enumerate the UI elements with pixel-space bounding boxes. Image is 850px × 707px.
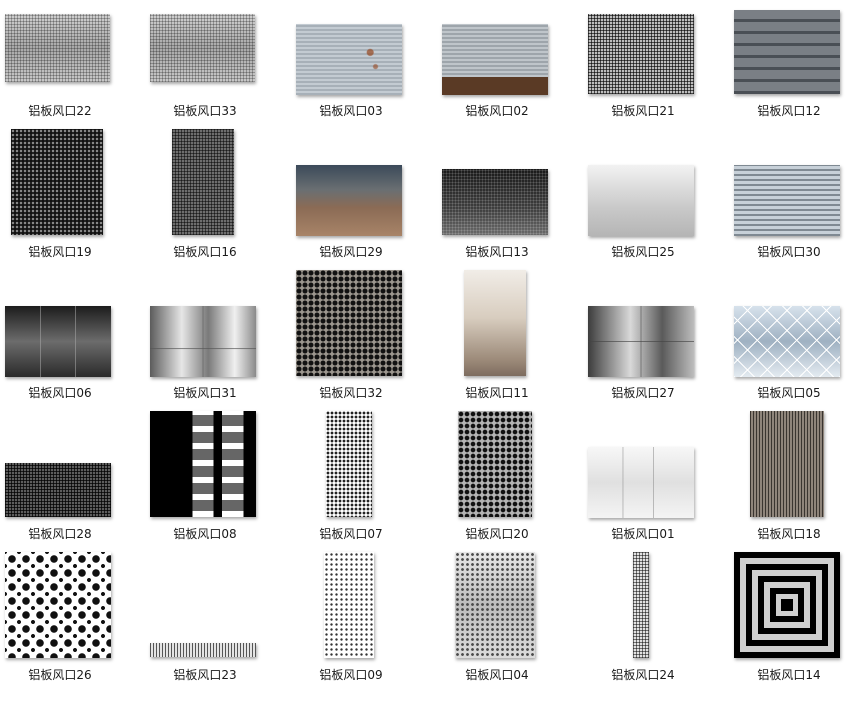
file-name: 铝板风口01 [611,527,675,541]
file-item[interactable]: 铝板风口22 [0,2,133,143]
file-item[interactable]: 铝板风口31 [132,284,278,425]
file-item[interactable]: 铝板风口06 [0,284,133,425]
thumbnail-image [5,14,110,82]
thumbnail-image [150,411,256,517]
file-name: 铝板风口33 [173,104,237,118]
file-name: 铝板风口18 [757,527,821,541]
thumbnail-image [442,169,548,235]
file-item[interactable]: 铝板风口20 [424,411,570,566]
file-name: 铝板风口08 [173,527,237,541]
file-item[interactable]: 铝板风口33 [132,2,278,143]
file-item[interactable]: 铝板风口11 [424,270,570,425]
file-item[interactable]: 铝板风口14 [716,552,850,707]
file-item[interactable]: 铝板风口27 [570,284,716,425]
file-name: 铝板风口07 [319,527,383,541]
file-item[interactable]: 铝板风口07 [278,411,424,566]
file-item[interactable]: 铝板风口30 [716,143,850,284]
file-name: 铝板风口20 [465,527,529,541]
thumbnail-image [588,306,694,377]
file-name: 铝板风口11 [465,386,529,400]
file-name: 铝板风口16 [173,245,237,259]
file-item[interactable]: 铝板风口01 [570,425,716,566]
file-name: 铝板风口04 [465,668,529,682]
thumbnail-image [296,165,402,236]
thumbnail-image [588,165,694,236]
file-name: 铝板风口25 [611,245,675,259]
file-name: 铝板风口12 [757,104,821,118]
file-name: 铝板风口30 [757,245,821,259]
file-name: 铝板风口19 [28,245,92,259]
thumbnail-image [172,129,234,235]
file-item[interactable]: 铝板风口05 [716,284,850,425]
file-name: 铝板风口22 [28,104,92,118]
thumbnail-image [150,306,256,377]
thumbnail-image [296,270,402,376]
thumbnail-image [633,552,649,658]
file-name: 铝板风口28 [28,527,92,541]
thumbnail-image [5,463,111,517]
file-item[interactable]: 铝板风口16 [132,129,278,284]
file-name: 铝板风口23 [173,668,237,682]
file-name: 铝板风口26 [28,668,92,682]
thumbnail-image [326,411,372,517]
file-item[interactable]: 铝板风口21 [570,2,716,143]
thumbnail-image [11,129,103,235]
thumbnail-grid: 铝板风口22 铝板风口33 铝板风口03 铝板风口02 铝板风口21 铝板风口1… [0,0,850,693]
thumbnail-image [324,552,374,658]
thumbnail-image [588,14,694,94]
thumbnail-image [150,643,256,657]
file-name: 铝板风口27 [611,386,675,400]
file-item[interactable]: 铝板风口23 [132,566,278,707]
thumbnail-image [455,552,535,658]
thumbnail-image [750,411,824,517]
file-item[interactable]: 铝板风口29 [278,143,424,284]
file-name: 铝板风口21 [611,104,675,118]
file-item[interactable]: 铝板风口32 [278,270,424,425]
thumbnail-image [5,552,111,658]
file-name: 铝板风口13 [465,245,529,259]
file-item[interactable]: 铝板风口18 [716,411,850,566]
file-item[interactable]: 铝板风口25 [570,143,716,284]
file-item[interactable]: 铝板风口28 [0,425,133,566]
file-item[interactable]: 铝板风口02 [424,2,570,143]
file-name: 铝板风口31 [173,386,237,400]
thumbnail-image [458,411,532,517]
file-item[interactable]: 铝板风口09 [278,552,424,707]
file-name: 铝板风口09 [319,668,383,682]
file-name: 铝板风口14 [757,668,821,682]
thumbnail-image [734,552,840,658]
file-item[interactable]: 铝板风口12 [716,2,850,143]
thumbnail-image [734,10,840,94]
file-name: 铝板风口32 [319,386,383,400]
thumbnail-image [150,14,255,82]
file-item[interactable]: 铝板风口19 [0,129,133,284]
file-name: 铝板风口02 [465,104,529,118]
file-item[interactable]: 铝板风口04 [424,552,570,707]
thumbnail-image [5,306,111,377]
thumbnail-image [442,24,548,95]
thumbnail-image [464,270,526,376]
thumbnail-image [734,306,840,377]
file-item[interactable]: 铝板风口08 [132,411,278,566]
file-item[interactable]: 铝板风口24 [570,552,716,707]
file-name: 铝板风口24 [611,668,675,682]
thumbnail-image [588,447,694,518]
file-name: 铝板风口29 [319,245,383,259]
thumbnail-image [734,165,840,236]
file-item[interactable]: 铝板风口13 [424,143,570,284]
file-item[interactable]: 铝板风口26 [0,552,133,707]
file-name: 铝板风口05 [757,386,821,400]
thumbnail-image [296,24,402,95]
file-name: 铝板风口03 [319,104,383,118]
file-item[interactable]: 铝板风口03 [278,2,424,143]
file-name: 铝板风口06 [28,386,92,400]
